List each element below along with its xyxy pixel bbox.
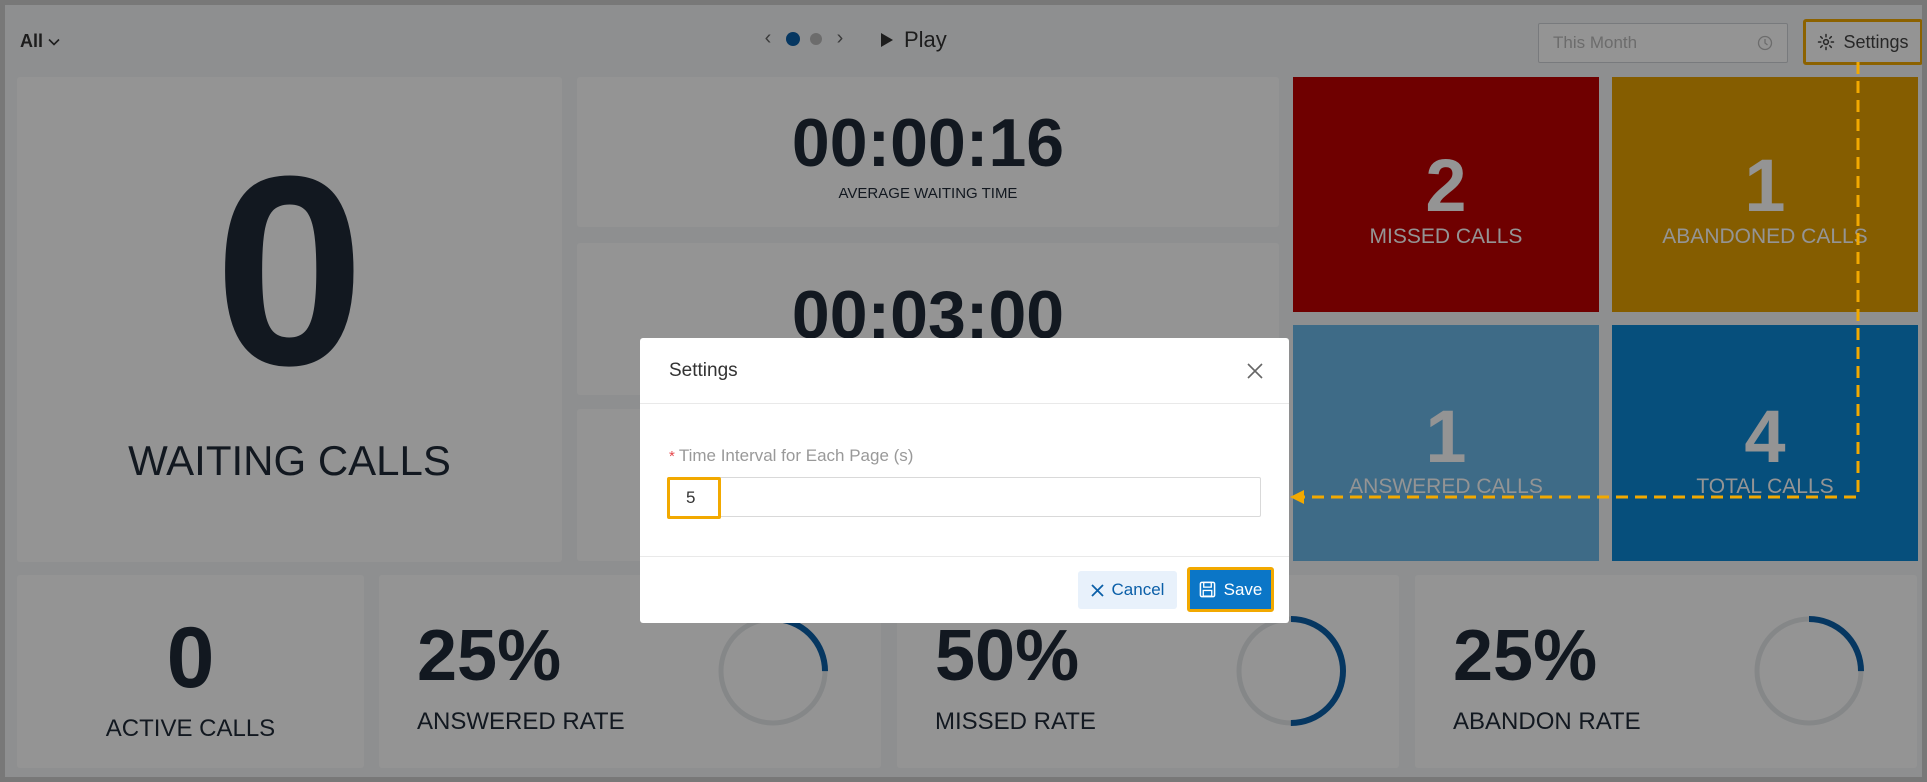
time-interval-label-text: Time Interval for Each Page (s) (678, 446, 914, 465)
time-interval-label: * Time Interval for Each Page (s) (669, 446, 913, 466)
save-label: Save (1223, 579, 1263, 599)
dialog-header: Settings (640, 338, 1289, 404)
value-highlight-box (667, 477, 721, 519)
save-button[interactable]: Save (1187, 567, 1274, 612)
required-asterisk: * (669, 448, 675, 465)
cancel-label: Cancel (1111, 580, 1165, 599)
save-icon (1199, 581, 1215, 598)
time-interval-input[interactable]: 5 (669, 477, 1261, 517)
settings-dialog: Settings * Time Interval for Each Page (s… (640, 338, 1289, 623)
close-icon (1090, 583, 1104, 597)
cancel-button[interactable]: Cancel (1078, 571, 1177, 609)
dialog-title: Settings (669, 360, 738, 381)
dialog-footer: Cancel Save (640, 556, 1289, 623)
close-icon[interactable] (1246, 362, 1264, 380)
